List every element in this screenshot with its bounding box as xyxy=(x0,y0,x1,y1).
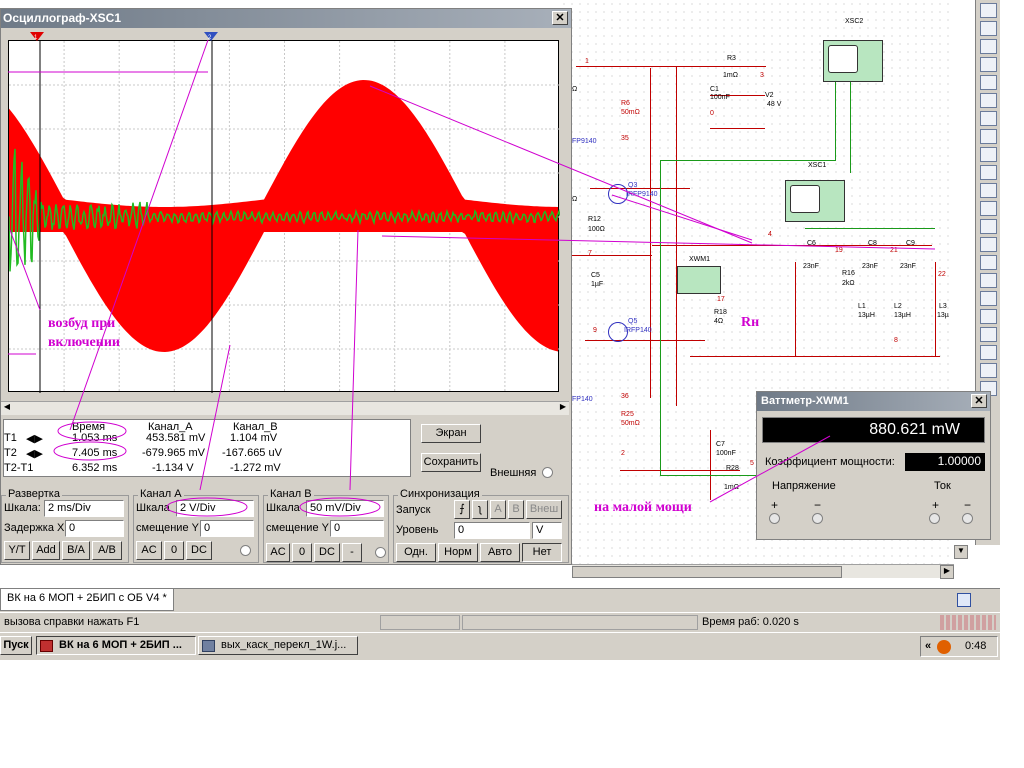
annotation-line xyxy=(349,229,359,491)
tray-app-icon[interactable] xyxy=(937,640,951,654)
annotation-line xyxy=(381,235,936,250)
clock: 0:48 xyxy=(965,640,987,652)
annotation-line xyxy=(9,229,41,311)
system-tray: « 0:48 xyxy=(920,636,998,657)
status-help: вызова справки нажать F1 xyxy=(4,616,140,628)
annotation-line xyxy=(369,85,753,244)
progress-icon xyxy=(940,615,996,630)
annotation-low-power: на малой мощи xyxy=(594,500,692,515)
status-runtime: Время раб: 0.020 s xyxy=(702,616,799,628)
annotation-line xyxy=(709,435,831,503)
taskbar-item-document[interactable]: вых_каск_перекл_1W.j... xyxy=(198,636,358,655)
statusbar: вызова справки нажать F1 Время раб: 0.02… xyxy=(0,612,1000,632)
tray-expand-icon[interactable]: « xyxy=(925,640,931,652)
annotation-ellipse xyxy=(299,497,381,517)
document-icon xyxy=(202,640,215,652)
annotation-excitation: возбуд при включении xyxy=(48,316,120,350)
start-button[interactable]: Пуск xyxy=(0,636,32,655)
annotation-line xyxy=(199,344,231,491)
sheet-icon[interactable] xyxy=(957,593,971,607)
document-tabbar: ВК на 6 МОП + 2БИП с ОБ V4 * xyxy=(0,588,1000,612)
annotation-ellipse xyxy=(166,497,248,517)
annotation-ellipse xyxy=(57,421,127,441)
taskbar: Пуск ВК на 6 МОП + 2БИП ... вых_каск_пер… xyxy=(0,632,1000,660)
taskbar-item-multisim[interactable]: ВК на 6 МОП + 2БИП ... xyxy=(36,636,196,655)
tab-document[interactable]: ВК на 6 МОП + 2БИП с ОБ V4 * xyxy=(0,589,174,611)
annotation-ellipse xyxy=(53,441,127,461)
annotation-line xyxy=(69,39,209,431)
annotation-line xyxy=(611,194,753,241)
annotation-rn: Rн xyxy=(741,315,760,330)
multisim-icon xyxy=(40,640,53,652)
